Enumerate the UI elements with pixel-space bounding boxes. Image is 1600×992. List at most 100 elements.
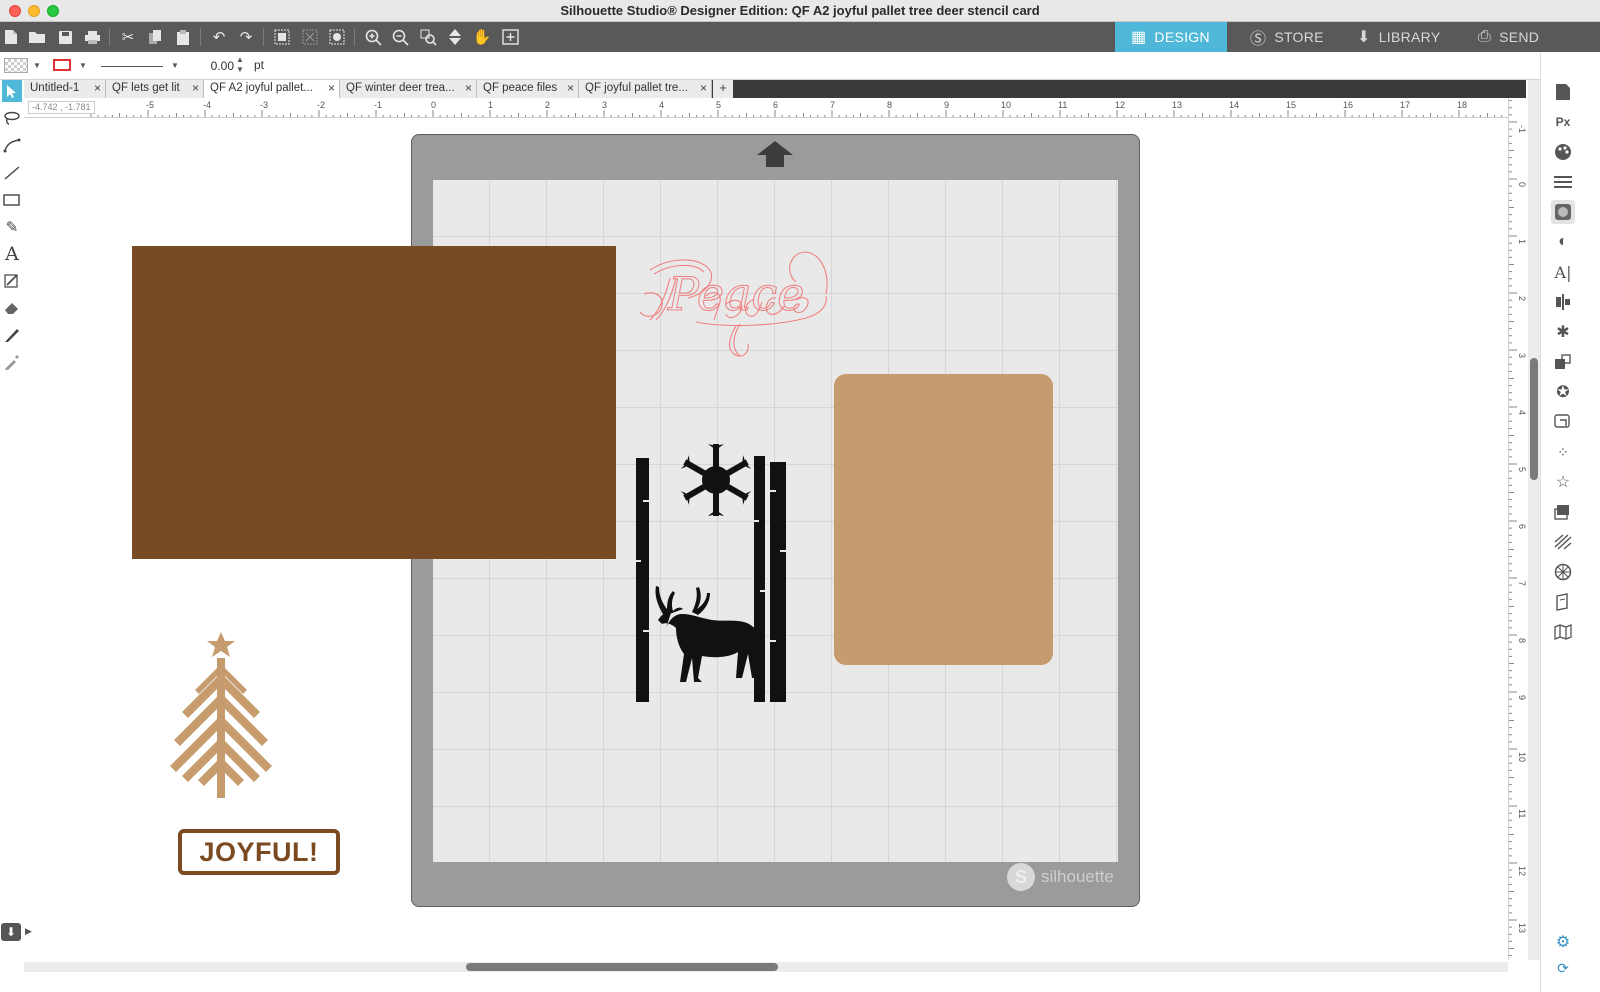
undo-icon[interactable]: ↶ — [209, 27, 229, 47]
close-tab-icon[interactable]: × — [567, 81, 574, 95]
left-toolbar: ✎ A — [0, 80, 24, 980]
fill-color-swatch[interactable] — [4, 58, 28, 73]
nav-tab-store[interactable]: Ⓢ STORE — [1234, 22, 1340, 52]
page-setup-icon[interactable] — [1551, 80, 1575, 104]
map-icon[interactable] — [1551, 620, 1575, 644]
doc-tab[interactable]: QF winter deer trea... × — [340, 80, 477, 98]
save-icon[interactable] — [55, 27, 75, 47]
pixscan-icon[interactable]: Px — [1551, 110, 1575, 134]
layers-icon[interactable] — [1551, 500, 1575, 524]
doc-tab[interactable]: QF joyful pallet tre... × — [579, 80, 712, 98]
pencil-tool-icon[interactable]: ✎ — [2, 216, 22, 238]
ruler-label: 5 — [1517, 467, 1527, 472]
star-outline-icon[interactable]: ☆ — [1551, 470, 1575, 494]
ruler-label: 9 — [944, 100, 949, 110]
rectangle-tool-icon[interactable] — [2, 189, 22, 211]
offset-icon[interactable] — [1551, 410, 1575, 434]
settings-gear-icon[interactable]: ⚙ — [1551, 930, 1575, 954]
align-icon[interactable] — [1551, 290, 1575, 314]
line-style-preview[interactable] — [101, 66, 163, 67]
group-icon[interactable] — [272, 27, 292, 47]
fit-to-page-icon[interactable] — [445, 27, 465, 47]
ungroup-icon[interactable] — [300, 27, 320, 47]
rhinestone-icon[interactable] — [1551, 560, 1575, 584]
horizontal-scrollbar-thumb[interactable] — [466, 963, 778, 971]
doc-tab[interactable]: QF lets get lit × — [106, 80, 204, 98]
close-tab-icon[interactable]: × — [94, 81, 101, 95]
transform-icon[interactable] — [1551, 350, 1575, 374]
text-style-icon[interactable]: A| — [1551, 260, 1575, 284]
zoom-in-icon[interactable] — [363, 27, 383, 47]
lasso-icon[interactable] — [2, 107, 22, 129]
redo-icon[interactable]: ↷ — [236, 27, 256, 47]
select-arrow-icon[interactable] — [2, 80, 22, 102]
nav-tab-design[interactable]: ▦ DESIGN — [1115, 22, 1227, 52]
doc-tab-active[interactable]: QF A2 joyful pallet... × — [204, 80, 340, 98]
vertical-scrollbar[interactable] — [1528, 80, 1540, 960]
line-width-field[interactable]: 0.00 — [194, 57, 234, 75]
zoom-selected-icon[interactable] — [418, 27, 438, 47]
brown-card-rectangle[interactable] — [132, 246, 616, 559]
line-color-swatch[interactable] — [53, 59, 71, 71]
library-book-icon[interactable] — [1551, 590, 1575, 614]
tan-card-rectangle[interactable] — [834, 374, 1053, 665]
toolbar-separator — [263, 28, 264, 46]
knife-icon[interactable] — [2, 324, 22, 346]
refresh-icon[interactable]: ⟳ — [1551, 956, 1575, 980]
select-all-icon[interactable] — [327, 27, 347, 47]
gradient-icon[interactable]: ◐ — [1551, 230, 1575, 254]
add-page-icon[interactable] — [500, 27, 520, 47]
paste-icon[interactable] — [173, 27, 193, 47]
fill-pattern-icon[interactable] — [1551, 200, 1575, 224]
deer-stencil-design[interactable] — [634, 440, 792, 702]
close-tab-icon[interactable]: × — [465, 81, 472, 95]
edit-points-icon[interactable] — [2, 134, 22, 156]
text-tool-icon[interactable]: A — [2, 243, 22, 265]
close-tab-icon[interactable]: × — [700, 81, 707, 95]
open-folder-icon[interactable] — [27, 27, 47, 47]
peace-script-outline[interactable]: Peace — [636, 244, 836, 370]
doc-tab[interactable]: Untitled-1 × — [24, 80, 106, 98]
ruler-label: 2 — [545, 100, 550, 110]
line-tool-icon[interactable] — [2, 162, 22, 184]
close-tab-icon[interactable]: × — [192, 81, 199, 95]
pan-hand-icon[interactable]: ✋ — [472, 27, 492, 47]
svg-text:Peace: Peace — [667, 267, 805, 321]
joyful-sign-design[interactable]: JOYFUL! — [178, 829, 340, 875]
eraser-icon[interactable] — [2, 297, 22, 319]
new-document-icon[interactable] — [1, 27, 21, 47]
download-icon: ⬇ — [1357, 29, 1371, 46]
chevron-down-icon[interactable]: ▼ — [171, 61, 179, 70]
ruler-label: 7 — [1517, 581, 1527, 586]
silhouette-watermark: S silhouette — [1007, 863, 1114, 891]
cut-icon[interactable]: ✂ — [118, 27, 138, 47]
print-icon[interactable] — [82, 27, 102, 47]
nav-tab-send[interactable]: ⎙ SEND — [1462, 22, 1560, 52]
nav-tab-library[interactable]: ⬇ LIBRARY — [1341, 22, 1453, 52]
chevron-right-icon[interactable]: ▶ — [25, 926, 32, 937]
add-tab-button[interactable]: + — [713, 80, 733, 98]
copy-icon[interactable] — [145, 27, 165, 47]
sketch-icon[interactable] — [1551, 530, 1575, 554]
eyedropper-icon[interactable] — [2, 351, 22, 373]
zoom-out-icon[interactable] — [390, 27, 410, 47]
modify-star-icon[interactable]: ✪ — [1551, 380, 1575, 404]
import-button[interactable]: ⬇ — [1, 923, 21, 941]
replicate-icon[interactable]: ✱ — [1551, 320, 1575, 344]
chevron-down-icon[interactable]: ▼ — [79, 61, 87, 70]
pallet-tree-design[interactable] — [166, 630, 278, 802]
line-width-stepper[interactable]: ▲ ▼ — [236, 55, 244, 75]
offset-tool-icon[interactable] — [2, 270, 22, 292]
trace-icon[interactable]: ⁘ — [1551, 440, 1575, 464]
horizontal-scrollbar[interactable] — [24, 962, 1508, 972]
line-style-icon[interactable] — [1551, 170, 1575, 194]
doc-tab-label: QF peace files — [483, 82, 558, 94]
color-palette-icon[interactable] — [1551, 140, 1575, 164]
vertical-scrollbar-thumb[interactable] — [1530, 358, 1538, 480]
ruler-label: 3 — [602, 100, 607, 110]
ruler-label: 7 — [830, 100, 835, 110]
design-workspace[interactable]: S silhouette Peace JOYFUL! — [24, 118, 1508, 960]
doc-tab[interactable]: QF peace files × — [477, 80, 579, 98]
chevron-down-icon[interactable]: ▼ — [33, 61, 41, 70]
close-tab-icon[interactable]: × — [328, 81, 335, 95]
